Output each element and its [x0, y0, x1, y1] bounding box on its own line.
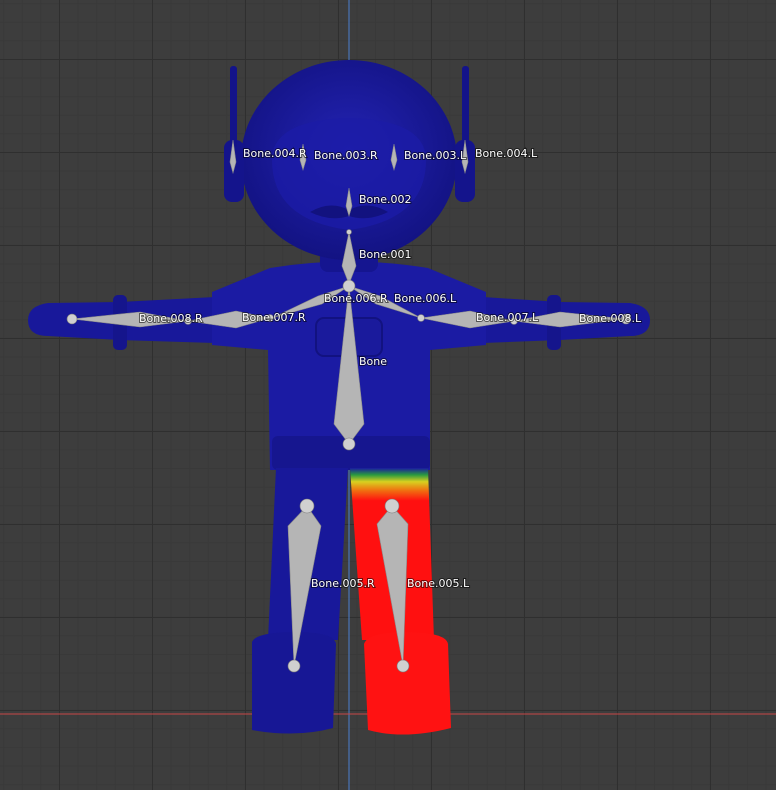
bone-label-005-r: Bone.005.R	[311, 577, 375, 590]
bone-label-006-l: Bone.006.L	[394, 292, 457, 305]
bone-label-008-l: Bone.008.L	[579, 312, 642, 325]
bone-label-004-r: Bone.004.R	[243, 147, 307, 160]
3d-viewport[interactable]: Bone.004.R Bone.003.R Bone.003.L Bone.00…	[0, 0, 776, 790]
bone-label-003-l: Bone.003.L	[404, 149, 467, 162]
bone-label-008-r: Bone.008.R	[139, 312, 203, 325]
bone-label-007-r: Bone.007.R	[242, 311, 306, 324]
right-antenna	[230, 66, 237, 148]
bone-label-006-r: Bone.006.R	[324, 292, 388, 305]
bone-label-005-l: Bone.005.L	[407, 577, 470, 590]
bone-label-main: Bone	[359, 355, 387, 368]
bone-label-001: Bone.001	[359, 248, 412, 261]
bone-label-004-l: Bone.004.L	[475, 147, 538, 160]
bone-label-007-l: Bone.007.L	[476, 311, 539, 324]
scene-canvas[interactable]: Bone.004.R Bone.003.R Bone.003.L Bone.00…	[0, 0, 776, 790]
left-antenna	[462, 66, 469, 148]
left-boot-mesh	[364, 632, 451, 735]
bone-label-003-r: Bone.003.R	[314, 149, 378, 162]
bone-label-002: Bone.002	[359, 193, 412, 206]
